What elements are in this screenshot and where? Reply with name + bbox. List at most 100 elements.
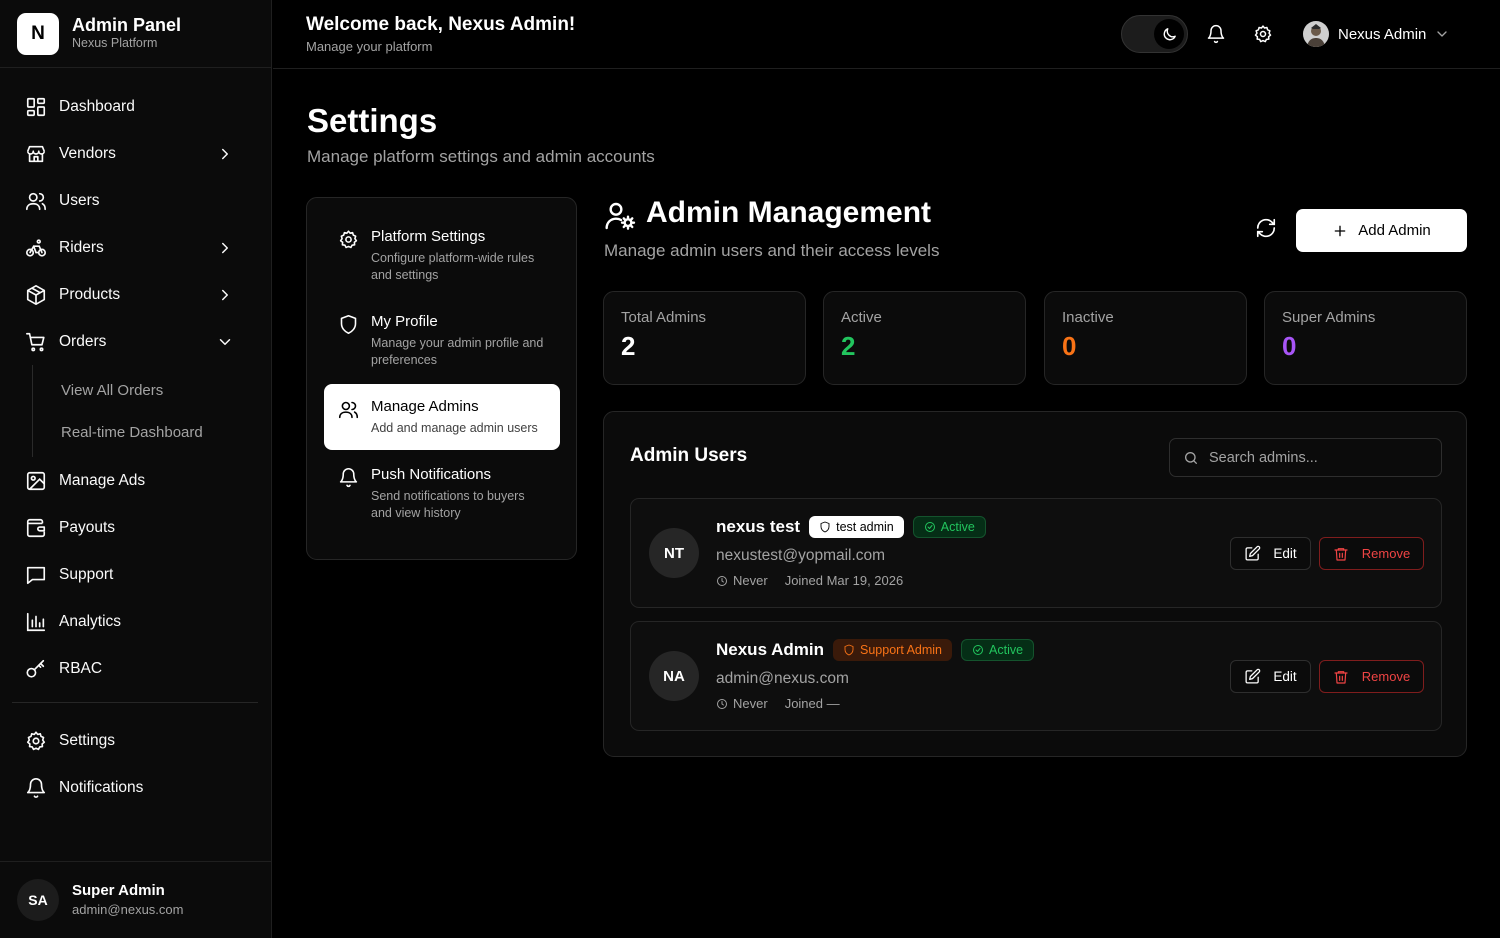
sidebar-item-orders[interactable]: Orders — [12, 318, 258, 365]
stat-value: 2 — [841, 331, 856, 361]
clock-icon — [716, 575, 728, 587]
check-circle-icon — [972, 644, 984, 656]
sidebar-item-dashboard[interactable]: Dashboard — [12, 83, 258, 130]
sidebar-subitem-realtime-dashboard[interactable]: Real-time Dashboard — [33, 411, 258, 453]
admin-meta: Never Joined Mar 19, 2026 — [716, 573, 903, 588]
stat-label: Super Admins — [1282, 309, 1376, 326]
message-square-icon — [25, 564, 47, 586]
image-icon — [25, 470, 47, 492]
admin-row: NA Nexus Admin Support Admin Active admi… — [630, 621, 1442, 731]
moon-icon — [1161, 26, 1178, 43]
welcome-subtitle: Manage your platform — [306, 39, 433, 54]
chevron-down-icon — [1434, 26, 1450, 42]
sidebar-user[interactable]: SA Super Admin admin@nexus.com — [0, 861, 271, 938]
role-badge: test admin — [809, 516, 904, 538]
key-icon — [25, 658, 47, 680]
stat-label: Total Admins — [621, 309, 707, 326]
sidebar-item-label: Riders — [59, 238, 104, 256]
refresh-icon[interactable] — [1255, 217, 1277, 239]
sidebar-subitem-view-all-orders[interactable]: View All Orders — [33, 369, 258, 411]
add-admin-button[interactable]: Add Admin — [1296, 209, 1467, 252]
chevron-right-icon — [216, 286, 234, 304]
user-email: admin@nexus.com — [72, 902, 184, 917]
sidebar-item-payouts[interactable]: Payouts — [12, 504, 258, 551]
settings-item-title: Platform Settings — [371, 228, 486, 245]
sidebar-item-manage-ads[interactable]: Manage Ads — [12, 457, 258, 504]
profile-menu[interactable]: Nexus Admin — [1303, 20, 1450, 48]
admin-meta: Never Joined — — [716, 696, 840, 711]
bell-icon — [338, 467, 359, 488]
settings-item-push-notifications[interactable]: Push Notifications Send notifications to… — [324, 452, 560, 535]
edit-button[interactable]: Edit — [1230, 660, 1311, 693]
gear-icon[interactable] — [1253, 24, 1273, 44]
chevron-right-icon — [216, 145, 234, 163]
edit-icon — [1244, 545, 1261, 562]
package-icon — [25, 284, 47, 306]
shield-icon — [819, 521, 831, 533]
chevron-right-icon — [216, 239, 234, 257]
settings-item-desc: Add and manage admin users — [371, 421, 538, 435]
sidebar: N Admin Panel Nexus Platform Dashboard V… — [0, 0, 272, 938]
settings-item-title: Manage Admins — [371, 398, 479, 415]
bike-icon — [25, 237, 47, 259]
check-circle-icon — [924, 521, 936, 533]
sidebar-item-settings[interactable]: Settings — [12, 717, 258, 764]
sidebar-nav: Dashboard Vendors Users Riders Products … — [12, 83, 258, 811]
stat-value: 0 — [1282, 331, 1297, 361]
search-icon — [1183, 450, 1199, 466]
user-cog-icon — [604, 200, 636, 232]
search-box — [1169, 438, 1442, 477]
bell-icon[interactable] — [1206, 24, 1226, 44]
sidebar-item-rbac[interactable]: RBAC — [12, 645, 258, 692]
remove-label: Remove — [1361, 546, 1411, 561]
admin-name: Nexus Admin — [716, 640, 825, 659]
stat-card-active: Active 2 — [823, 291, 1026, 385]
settings-item-profile[interactable]: My Profile Manage your admin profile and… — [324, 299, 560, 382]
bar-chart-icon — [25, 611, 47, 633]
brand[interactable]: N Admin Panel Nexus Platform — [0, 0, 271, 68]
admin-users-card: Admin Users NT nexus test test admin Act… — [603, 411, 1467, 757]
joined-date: Joined — — [784, 696, 840, 711]
wallet-icon — [25, 517, 47, 539]
users-icon — [25, 190, 47, 212]
store-icon — [25, 143, 47, 165]
admin-email: admin@nexus.com — [716, 670, 849, 687]
sidebar-item-products[interactable]: Products — [12, 271, 258, 318]
search-input[interactable] — [1209, 449, 1429, 466]
status-label: Active — [989, 643, 1024, 657]
bell-icon — [25, 777, 47, 799]
users-icon — [338, 399, 359, 420]
sidebar-item-notifications[interactable]: Notifications — [12, 764, 258, 811]
stat-card-inactive: Inactive 0 — [1044, 291, 1247, 385]
stat-label: Inactive — [1062, 309, 1114, 326]
sidebar-item-support[interactable]: Support — [12, 551, 258, 598]
remove-button[interactable]: Remove — [1319, 537, 1424, 570]
admin-row: NT nexus test test admin Active nexustes… — [630, 498, 1442, 608]
user-name: Super Admin — [72, 882, 165, 899]
sidebar-item-label: RBAC — [59, 659, 103, 677]
edit-label: Edit — [1273, 669, 1297, 684]
plus-icon — [1332, 223, 1348, 239]
sidebar-item-label: Orders — [59, 332, 107, 350]
welcome-title: Welcome back, Nexus Admin! — [306, 14, 576, 35]
remove-button[interactable]: Remove — [1319, 660, 1424, 693]
edit-button[interactable]: Edit — [1230, 537, 1311, 570]
settings-item-manage-admins[interactable]: Manage Admins Add and manage admin users — [324, 384, 560, 450]
stat-label: Active — [841, 309, 882, 326]
gear-icon — [338, 229, 359, 250]
sidebar-item-riders[interactable]: Riders — [12, 224, 258, 271]
theme-toggle[interactable] — [1121, 15, 1188, 53]
stat-value: 2 — [621, 331, 636, 361]
settings-item-platform[interactable]: Platform Settings Configure platform-wid… — [324, 214, 560, 297]
admin-management-subtitle: Manage admin users and their access leve… — [604, 241, 940, 260]
sidebar-item-vendors[interactable]: Vendors — [12, 130, 258, 177]
role-badge: Support Admin — [833, 639, 953, 661]
stat-card-super-admins: Super Admins 0 — [1264, 291, 1467, 385]
sidebar-item-analytics[interactable]: Analytics — [12, 598, 258, 645]
sidebar-item-users[interactable]: Users — [12, 177, 258, 224]
role-label: Support Admin — [860, 643, 943, 657]
joined-date: Joined Mar 19, 2026 — [784, 573, 904, 588]
sidebar-item-label: Notifications — [59, 778, 144, 796]
edit-label: Edit — [1273, 546, 1297, 561]
sidebar-item-label: Manage Ads — [59, 471, 146, 489]
